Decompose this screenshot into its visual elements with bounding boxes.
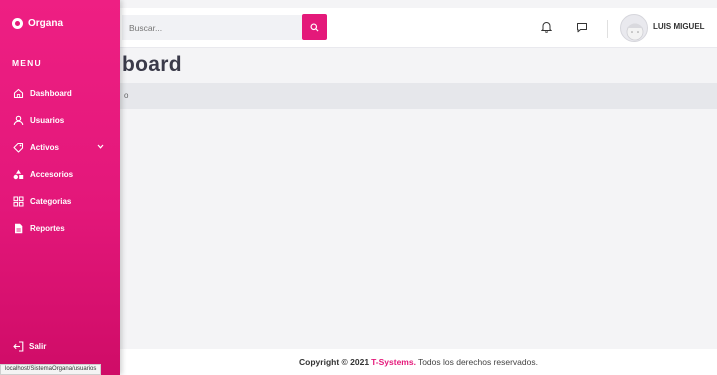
rights-text: Todos los derechos reservados.: [417, 357, 538, 367]
sidebar-item-activos[interactable]: Activos: [0, 134, 120, 161]
user-icon: [13, 115, 24, 126]
page-title: board: [122, 53, 182, 76]
chevron-down-icon: [97, 144, 104, 149]
search-button[interactable]: [302, 14, 327, 40]
brand-name: Organa: [28, 18, 64, 29]
sidebar-item-label: Usuarios: [30, 116, 65, 125]
sidebar-item-label: Accesorios: [30, 170, 74, 179]
sidebar-nav: Dashboard Usuarios Activos Accesorios Ca…: [0, 80, 120, 242]
logout-icon: [13, 341, 24, 352]
copyright-text: Copyright © 2021: [299, 357, 370, 367]
sidebar-item-label: Activos: [30, 143, 59, 152]
sidebar-item-label: Dashboard: [30, 89, 72, 98]
search-icon: [310, 22, 319, 32]
footer-brand-link[interactable]: T-Systems.: [371, 357, 416, 367]
bell-icon: [540, 22, 552, 33]
tag-icon: [13, 142, 24, 153]
sidebar-item-usuarios[interactable]: Usuarios: [0, 107, 120, 134]
brand-logo[interactable]: Organa: [12, 18, 63, 29]
grid-icon: [13, 196, 24, 207]
sidebar-item-reportes[interactable]: Reportes: [0, 215, 120, 242]
sidebar-item-label: Categorias: [30, 197, 72, 206]
messages-button[interactable]: [575, 20, 589, 34]
sidebar-item-dashboard[interactable]: Dashboard: [0, 80, 120, 107]
shapes-icon: [13, 169, 24, 180]
breadcrumb: o: [120, 83, 717, 109]
user-name[interactable]: LUIS MIGUEL: [653, 22, 705, 31]
avatar[interactable]: [620, 14, 648, 42]
status-bar-url: localhost/SistemaOrgana/usuarios: [0, 364, 102, 375]
document-icon: [13, 223, 24, 234]
menu-heading: MENU: [12, 58, 42, 68]
footer: Copyright © 2021 T-Systems. Todos los de…: [120, 349, 717, 375]
sidebar-item-label: Reportes: [30, 224, 65, 233]
logo-icon: [12, 18, 23, 29]
app-window: LUIS MIGUEL board o Copyright © 2021 T-S…: [0, 0, 717, 375]
search-input[interactable]: [122, 15, 302, 40]
notifications-button[interactable]: [539, 20, 553, 34]
logout-label: Salir: [29, 342, 47, 351]
topbar-divider: [607, 20, 608, 38]
sidebar-item-accesorios[interactable]: Accesorios: [0, 161, 120, 188]
avatar-face-icon: [626, 23, 644, 41]
breadcrumb-text: o: [124, 91, 129, 100]
sidebar: Organa MENU Dashboard Usuarios Activos A…: [0, 0, 120, 375]
home-icon: [13, 88, 24, 99]
logout-button[interactable]: Salir: [13, 341, 46, 352]
sidebar-item-categorias[interactable]: Categorias: [0, 188, 120, 215]
chat-icon: [577, 22, 587, 32]
